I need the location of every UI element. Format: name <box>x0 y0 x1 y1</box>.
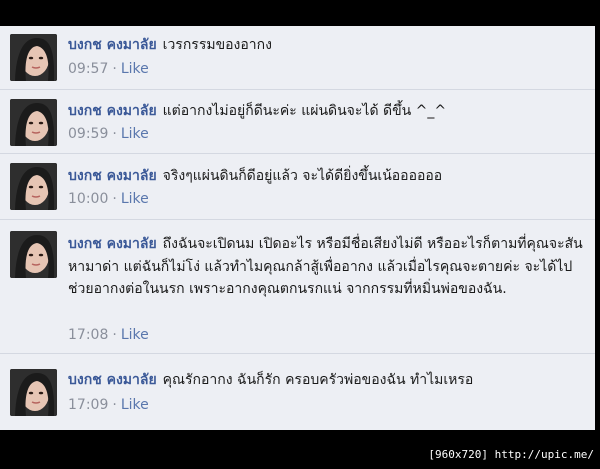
avatar[interactable] <box>10 369 57 416</box>
image-host-watermark: [960x720] http://upic.me/ <box>428 448 594 461</box>
comment-text: จริงๆแผ่นดินก็ดีอยู่แล้ว จะได้ดียิ่งขึ้น… <box>162 168 443 184</box>
avatar[interactable] <box>10 99 57 146</box>
avatar-photo <box>10 163 57 210</box>
comment-timestamp[interactable]: 17:09 <box>68 397 108 413</box>
like-link[interactable]: Like <box>121 397 149 413</box>
comment-timestamp[interactable]: 10:00 <box>68 191 108 207</box>
avatar-photo <box>10 99 57 146</box>
comment-author-link[interactable]: บงกช คงมาลัย <box>68 168 157 184</box>
avatar-photo <box>10 34 57 81</box>
like-link[interactable]: Like <box>121 126 149 142</box>
like-link[interactable]: Like <box>121 327 149 343</box>
comment-item: บงกช คงมาลัย เวรกรรมของอากง 09:57 · Like <box>0 26 595 90</box>
comment-timestamp[interactable]: 17:08 <box>68 327 108 343</box>
meta-separator: · <box>112 191 117 207</box>
comment-body: บงกช คงมาลัย เวรกรรมของอากง <box>68 34 583 57</box>
comment-body: บงกช คงมาลัย คุณรักอากง ฉันก็รัก ครอบครัว… <box>68 369 583 392</box>
comment-thread: บงกช คงมาลัย เวรกรรมของอากง 09:57 · Like บง… <box>0 26 595 430</box>
comment-meta: 09:57 · Like <box>68 61 149 77</box>
comment-author-link[interactable]: บงกช คงมาลัย <box>68 236 157 252</box>
comment-body: บงกช คงมาลัย ถึงฉันจะเปิดนม เปิดอะไร หรือ… <box>68 233 583 301</box>
comment-text: เวรกรรมของอากง <box>162 37 272 53</box>
comment-body: บงกช คงมาลัย แต่อากงไม่อยู่ก็ดีนะค่ะ แผ่น… <box>68 100 583 123</box>
avatar-photo <box>10 369 57 416</box>
avatar[interactable] <box>10 231 57 278</box>
like-link[interactable]: Like <box>121 61 149 77</box>
avatar-photo <box>10 231 57 278</box>
comment-item: บงกช คงมาลัย จริงๆแผ่นดินก็ดีอยู่แล้ว จะไ… <box>0 155 595 220</box>
comment-timestamp[interactable]: 09:57 <box>68 61 108 77</box>
comment-text: แต่อากงไม่อยู่ก็ดีนะค่ะ แผ่นดินจะได้ ดีข… <box>162 103 447 119</box>
meta-separator: · <box>112 397 117 413</box>
comment-item: บงกช คงมาลัย แต่อากงไม่อยู่ก็ดีนะค่ะ แผ่น… <box>0 91 595 154</box>
meta-separator: · <box>112 61 117 77</box>
comment-item: บงกช คงมาลัย คุณรักอากง ฉันก็รัก ครอบครัว… <box>0 355 595 430</box>
meta-separator: · <box>112 126 117 142</box>
comment-text: คุณรักอากง ฉันก็รัก ครอบครัวพ่อของฉัน ทำ… <box>162 372 474 388</box>
comment-author-link[interactable]: บงกช คงมาลัย <box>68 372 157 388</box>
comment-body: บงกช คงมาลัย จริงๆแผ่นดินก็ดีอยู่แล้ว จะไ… <box>68 165 583 188</box>
meta-separator: · <box>112 327 117 343</box>
comment-meta: 10:00 · Like <box>68 191 149 207</box>
like-link[interactable]: Like <box>121 191 149 207</box>
comment-meta: 17:08 · Like <box>68 327 149 343</box>
comment-timestamp[interactable]: 09:59 <box>68 126 108 142</box>
comment-meta: 09:59 · Like <box>68 126 149 142</box>
comment-author-link[interactable]: บงกช คงมาลัย <box>68 37 157 53</box>
comment-item: บงกช คงมาลัย ถึงฉันจะเปิดนม เปิดอะไร หรือ… <box>0 221 595 354</box>
comment-meta: 17:09 · Like <box>68 397 149 413</box>
avatar[interactable] <box>10 34 57 81</box>
avatar[interactable] <box>10 163 57 210</box>
comment-author-link[interactable]: บงกช คงมาลัย <box>68 103 157 119</box>
